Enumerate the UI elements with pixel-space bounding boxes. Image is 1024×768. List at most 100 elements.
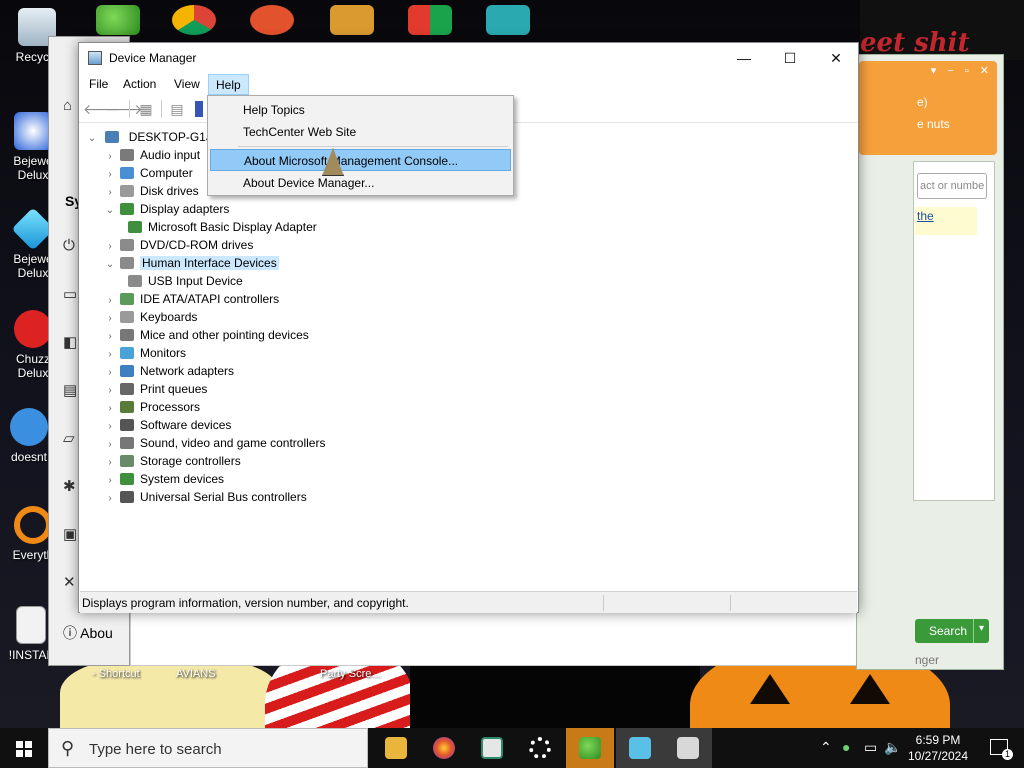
about-nav-item[interactable]: ⓘ Abou [63, 623, 113, 643]
status-text: Displays program information, version nu… [82, 596, 409, 610]
maximize-button[interactable]: ☐ [767, 43, 813, 74]
taskbar-file-explorer[interactable] [372, 728, 420, 768]
home-icon[interactable]: ⌂ [63, 97, 72, 114]
tree-item-label: USB Input Device [148, 274, 243, 288]
forward-arrow-icon[interactable]: 🡒 [105, 101, 143, 117]
taskbar-device-manager[interactable] [664, 728, 712, 768]
network-icon[interactable]: ▭ [864, 739, 877, 756]
tree-item-label: Display adapters [140, 202, 230, 216]
tree-category-item[interactable]: › Software devices [104, 416, 231, 434]
taskbar-control-panel[interactable] [616, 728, 664, 768]
tree-category-item[interactable]: › Sound, video and game controllers [104, 434, 325, 452]
taskbar-search[interactable]: ⚲ Type here to search [48, 728, 368, 768]
menu-help[interactable]: Help [208, 74, 249, 95]
people-icon[interactable]: ● [842, 739, 850, 755]
project-icon[interactable]: ▱ [63, 429, 75, 447]
green-people-icon[interactable] [96, 5, 140, 35]
chevron-right-icon[interactable]: › [104, 490, 116, 508]
desktop-label-party-screen: Party Scre... [320, 668, 381, 680]
back-arrow-icon[interactable]: 🡐 [83, 101, 121, 117]
app-character-icon[interactable] [486, 5, 530, 35]
chuzzle-icon [14, 310, 52, 348]
menu-item-techcenter[interactable]: TechCenter Web Site [210, 121, 511, 143]
app-red-circle-icon[interactable] [250, 5, 294, 35]
tree-item-label: Disk drives [140, 184, 199, 198]
menu-view[interactable]: View [167, 74, 207, 95]
tree-item-label: Print queues [140, 382, 208, 396]
tree-category-item[interactable]: ⌄ Human Interface Devices [104, 254, 279, 272]
chevron-down-icon[interactable]: ⌄ [104, 256, 116, 274]
update-driver-icon[interactable] [195, 101, 203, 117]
tree-category-item[interactable]: › Keyboards [104, 308, 197, 326]
tree-category-item[interactable]: › Processors [104, 398, 200, 416]
title-bar[interactable]: Device Manager — ☐ ✕ [79, 43, 858, 74]
taskbar-notepad-app[interactable] [468, 728, 516, 768]
menu-item-help-topics[interactable]: Help Topics [210, 99, 511, 121]
app-paint-icon[interactable] [330, 5, 374, 35]
tree-category-item[interactable]: › Disk drives [104, 182, 199, 200]
tree-item-label: Monitors [140, 346, 187, 360]
tree-item-label: Human Interface Devices [140, 256, 279, 270]
tree-root[interactable]: ⌄ DESKTOP-G1JM [86, 128, 222, 146]
device-category-icon [120, 257, 134, 269]
remote-icon[interactable]: ✕ [63, 573, 76, 591]
device-category-icon [128, 221, 142, 233]
chrome-icon[interactable] [172, 5, 216, 35]
status-divider [603, 595, 604, 611]
multitask-icon[interactable]: ▤ [63, 381, 77, 399]
tree-item-label: Keyboards [140, 310, 198, 324]
blue-bird-icon [10, 408, 48, 446]
clipboard-icon[interactable]: ▣ [63, 525, 77, 543]
tree-category-item[interactable]: › System devices [104, 470, 224, 488]
tree-item-label: Universal Serial Bus controllers [140, 490, 307, 504]
chevron-down-icon[interactable]: ▾ [973, 619, 989, 643]
taskbar-settings[interactable] [516, 728, 564, 768]
info-icon: ⓘ [63, 625, 77, 641]
help-search-input[interactable]: act or numbe [917, 173, 987, 199]
tree-category-item[interactable]: › Network adapters [104, 362, 234, 380]
tree-category-item[interactable]: › Print queues [104, 380, 207, 398]
chevron-up-icon[interactable]: ⌃ [820, 739, 832, 756]
chevron-down-icon[interactable]: ⌄ [104, 202, 116, 220]
tree-device-item[interactable]: USB Input Device [124, 272, 243, 290]
properties-icon[interactable]: ▦ [137, 101, 155, 117]
help-search-button[interactable]: Search ▾ [915, 619, 989, 643]
notification-icon[interactable]: 1 [990, 739, 1013, 760]
tree-device-item[interactable]: Microsoft Basic Display Adapter [124, 218, 317, 236]
tree-category-item[interactable]: › Universal Serial Bus controllers [104, 488, 307, 508]
help-link[interactable]: the [915, 207, 977, 235]
chevron-down-icon[interactable]: ⌄ [86, 130, 98, 148]
device-category-icon [120, 203, 134, 215]
device-category-icon [120, 401, 134, 413]
menu-file[interactable]: File [82, 74, 115, 95]
shared-icon[interactable]: ✱ [63, 477, 76, 495]
tree-category-item[interactable]: › IDE ATA/ATAPI controllers [104, 290, 279, 308]
taskbar-green-app[interactable] [566, 728, 614, 768]
taskbar-firefox[interactable] [420, 728, 468, 768]
tree-category-item[interactable]: › Audio input [104, 146, 200, 164]
window-controls[interactable]: ▾ − ▫ ✕ [931, 64, 993, 77]
menu-item-about-device-manager[interactable]: About Device Manager... [210, 172, 511, 194]
start-button[interactable] [0, 728, 48, 768]
volume-icon[interactable]: 🔈 [884, 739, 901, 756]
tree-category-item[interactable]: ⌄ Display adapters [104, 200, 230, 220]
close-button[interactable]: ✕ [813, 43, 859, 74]
tree-category-item[interactable]: › Computer [104, 164, 192, 182]
folder-icon [385, 737, 407, 759]
menu-item-about-mmc[interactable]: About Microsoft Management Console... [210, 149, 511, 171]
tree-category-item[interactable]: › Monitors [104, 344, 186, 362]
device-category-icon [120, 455, 134, 467]
power-icon[interactable]: ⏻ [63, 237, 75, 254]
taskbar-clock[interactable]: 6:59 PM 10/27/2024 [900, 732, 976, 764]
tree-category-item[interactable]: › Mice and other pointing devices [104, 326, 308, 344]
tree-category-item[interactable]: › DVD/CD-ROM drives [104, 236, 253, 254]
menu-action[interactable]: Action [116, 74, 163, 95]
help-window: ✕ ⚲ ▾ − ▫ ✕ e) e nuts act or numbe the S… [856, 54, 1004, 670]
app-windows-colors-icon[interactable] [408, 5, 452, 35]
tablet-icon[interactable]: ◧ [63, 333, 77, 351]
tree-item-label: IDE ATA/ATAPI controllers [140, 292, 280, 306]
help-doc-icon[interactable]: ▤ [168, 101, 186, 117]
tree-category-item[interactable]: › Storage controllers [104, 452, 240, 470]
minimize-button[interactable]: — [721, 43, 767, 74]
display-icon[interactable]: ▭ [63, 285, 77, 303]
